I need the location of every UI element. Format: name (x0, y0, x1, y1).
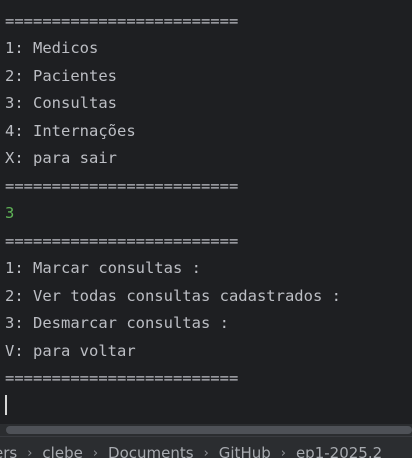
scrollbar-thumb[interactable] (6, 426, 412, 434)
status-bar: ers › clebe › Documents › GitHub › ep1-2… (0, 436, 412, 458)
breadcrumb-item-github[interactable]: GitHub (217, 444, 273, 458)
chevron-right-icon: › (273, 446, 294, 458)
submenu-option-desmarcar: 3: Desmarcar consultas : (5, 313, 229, 333)
terminal-output[interactable]: ========================= 1: Medicos 2: … (0, 0, 412, 420)
text-cursor[interactable] (5, 395, 7, 415)
submenu-divider: ========================= (5, 368, 238, 388)
chevron-right-icon: › (85, 446, 106, 458)
breadcrumb-item-project[interactable]: ep1-2025.2 (294, 444, 384, 458)
submenu-option-marcar: 1: Marcar consultas : (5, 258, 201, 278)
menu-option-consultas: 3: Consultas (5, 93, 117, 113)
submenu-divider: ========================= (5, 231, 238, 251)
breadcrumb: ers › clebe › Documents › GitHub › ep1-2… (0, 444, 384, 458)
breadcrumb-item-user[interactable]: clebe (40, 444, 84, 458)
menu-divider: ========================= (5, 176, 238, 196)
menu-option-internacoes: 4: Internações (5, 121, 136, 141)
submenu-option-ver-todas: 2: Ver todas consultas cadastrados : (5, 286, 341, 306)
menu-option-sair: X: para sair (5, 148, 117, 168)
user-input-echo: 3 (5, 203, 14, 223)
breadcrumb-item-documents[interactable]: Documents (106, 444, 196, 458)
submenu-option-voltar: V: para voltar (5, 341, 136, 361)
menu-divider: ========================= (5, 11, 238, 31)
chevron-right-icon: › (19, 446, 40, 458)
menu-option-pacientes: 2: Pacientes (5, 66, 117, 86)
breadcrumb-item-users[interactable]: ers (0, 444, 19, 458)
chevron-right-icon: › (196, 446, 217, 458)
menu-option-medicos: 1: Medicos (5, 38, 98, 58)
horizontal-scrollbar[interactable] (0, 424, 412, 436)
